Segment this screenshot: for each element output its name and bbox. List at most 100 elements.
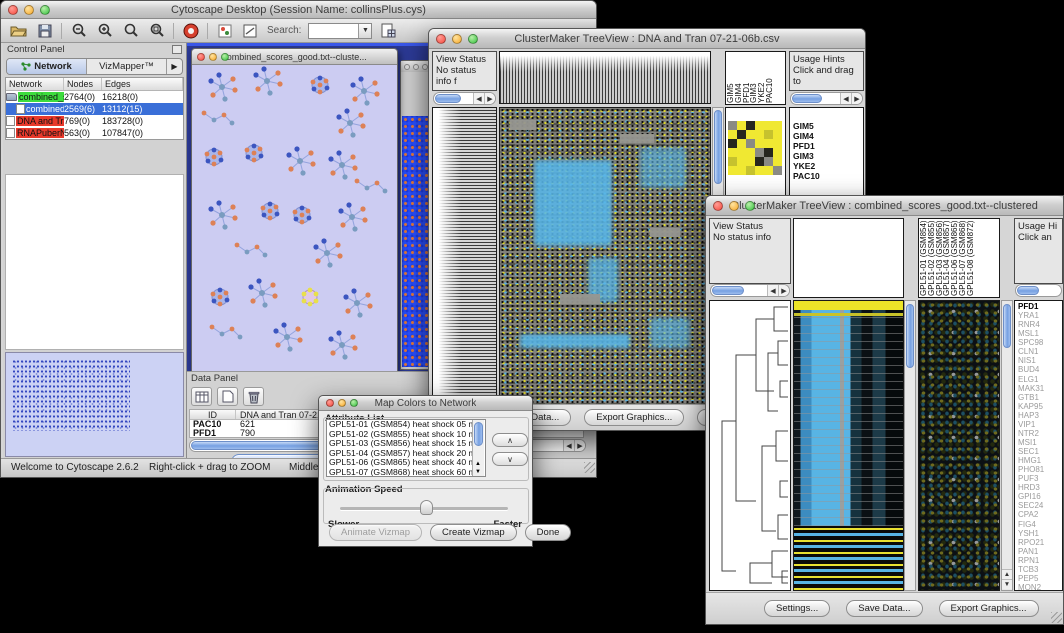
treeview1-titlebar[interactable]: ClusterMaker TreeView : DNA and Tran 07-…: [429, 29, 865, 49]
close-button[interactable]: [8, 5, 18, 15]
usage-hints-hscrollbar[interactable]: ◀ ▶: [790, 92, 863, 105]
matrix-cell[interactable]: [728, 130, 737, 139]
matrix-cell[interactable]: [755, 157, 764, 166]
matrix-cell[interactable]: [737, 166, 746, 175]
move-up-button[interactable]: ∧: [492, 433, 528, 447]
main-titlebar[interactable]: Cytoscape Desktop (Session Name: collins…: [1, 1, 596, 19]
gene-label-list[interactable]: PFD1YRA1RNR4MSL1SPC98CLN1NIS1BUD4ELG1MAK…: [1014, 300, 1063, 591]
scroll-up-icon[interactable]: ▲: [475, 461, 481, 467]
open-file-icon[interactable]: [9, 22, 28, 39]
treeview-action-button[interactable]: Save Data...: [846, 600, 922, 617]
scroll-right-icon[interactable]: ▶: [484, 93, 495, 104]
treeview-action-button[interactable]: Settings...: [764, 600, 830, 617]
matrix-cell[interactable]: [773, 139, 782, 148]
minimize-button[interactable]: [452, 34, 462, 44]
tab-network[interactable]: Network: [7, 59, 87, 74]
matrix-cell[interactable]: [764, 139, 773, 148]
matrix-cell[interactable]: [773, 148, 782, 157]
matrix-cell[interactable]: [728, 157, 737, 166]
matrix-cell[interactable]: [764, 166, 773, 175]
float-panel-icon[interactable]: [172, 45, 182, 54]
row-dendrogram[interactable]: [709, 300, 791, 591]
scroll-right-icon[interactable]: ▶: [574, 440, 585, 451]
scroll-left-icon[interactable]: ◀: [767, 285, 778, 296]
table-row[interactable]: combined_scores 2764(0) 16218(0): [6, 91, 183, 103]
zoom-in-icon[interactable]: [95, 22, 114, 39]
zoom-fit-icon[interactable]: [147, 22, 166, 39]
close-button[interactable]: [197, 53, 205, 61]
scrollbar-thumb[interactable]: [1017, 286, 1039, 295]
close-button[interactable]: [326, 399, 334, 407]
attribute-item[interactable]: GPL51-07 (GSM868) heat shock 60 min: [329, 468, 485, 477]
matrix-cell[interactable]: [737, 148, 746, 157]
table-row[interactable]: RNAPuberNov2+ 563(0) 107847(0): [6, 127, 183, 139]
correlation-matrix[interactable]: [728, 121, 785, 175]
matrix-cell[interactable]: [746, 148, 755, 157]
matrix-cell[interactable]: [773, 166, 782, 175]
network-table-header[interactable]: Network Nodes Edges: [6, 78, 183, 91]
matrix-cell[interactable]: [737, 130, 746, 139]
help-lifesaver-icon[interactable]: [181, 22, 200, 39]
row-dendrogram[interactable]: [432, 107, 497, 406]
scrollbar-thumb[interactable]: [435, 94, 461, 103]
matrix-cell[interactable]: [755, 139, 764, 148]
scrollbar-thumb[interactable]: [792, 94, 822, 103]
matrix-cell[interactable]: [728, 139, 737, 148]
minimize-button[interactable]: [338, 399, 346, 407]
zoom-button[interactable]: [40, 5, 50, 15]
scroll-up-icon[interactable]: ▲: [1002, 569, 1012, 579]
table-row[interactable]: combined_sco 2569(6) 13112(15): [6, 103, 183, 115]
matrix-cell[interactable]: [746, 121, 755, 130]
zoom-button[interactable]: [350, 399, 358, 407]
matrix-cell[interactable]: [737, 139, 746, 148]
minimize-button[interactable]: [729, 201, 739, 211]
network-view-titlebar[interactable]: combined_scores_good.txt--cluste...: [192, 49, 397, 65]
matrix-cell[interactable]: [755, 121, 764, 130]
move-down-button[interactable]: ∨: [492, 452, 528, 466]
scroll-down-icon[interactable]: ▼: [475, 469, 481, 475]
matrix-cell[interactable]: [737, 121, 746, 130]
network-graph-canvas[interactable]: [192, 65, 397, 371]
table-row[interactable]: DNA and Tran 07 769(0) 183728(0): [6, 115, 183, 127]
zoom-button[interactable]: [468, 34, 478, 44]
vizmapper-icon[interactable]: [215, 22, 234, 39]
matrix-cell[interactable]: [728, 166, 737, 175]
chevron-down-icon[interactable]: ▼: [358, 24, 371, 38]
matrix-cell[interactable]: [755, 148, 764, 157]
scroll-right-icon[interactable]: ▶: [851, 93, 862, 104]
heatmap-vscrollbar[interactable]: [904, 300, 916, 591]
network-overview-thumbnail[interactable]: [5, 352, 184, 457]
minimize-button[interactable]: [209, 53, 217, 61]
matrix-cell[interactable]: [755, 130, 764, 139]
view-status-hscrollbar[interactable]: ◀ ▶: [710, 284, 790, 297]
matrix-cell[interactable]: [746, 130, 755, 139]
close-button[interactable]: [713, 201, 723, 211]
scroll-left-icon[interactable]: ◀: [563, 440, 574, 451]
matrix-cell[interactable]: [728, 121, 737, 130]
matrix-cell[interactable]: [728, 148, 737, 157]
treeview-action-button[interactable]: Export Graphics...: [939, 600, 1039, 617]
zoom-selected-icon[interactable]: [121, 22, 140, 39]
attribute-list-vscrollbar[interactable]: ▲ ▼: [472, 420, 484, 476]
new-attribute-icon[interactable]: [217, 387, 238, 406]
animation-slider-thumb[interactable]: [420, 500, 433, 515]
matrix-cell[interactable]: [746, 139, 755, 148]
scroll-left-icon[interactable]: ◀: [840, 93, 851, 104]
tab-overflow-arrow[interactable]: ▶: [166, 59, 182, 74]
scroll-down-icon[interactable]: ▼: [1002, 579, 1012, 589]
global-heatmap[interactable]: [499, 107, 711, 406]
close-button[interactable]: [436, 34, 446, 44]
matrix-cell[interactable]: [737, 157, 746, 166]
resize-grip[interactable]: [584, 462, 595, 473]
usage-hints-hscrollbar[interactable]: [1015, 284, 1062, 297]
dialog-titlebar[interactable]: Map Colors to Network: [319, 396, 532, 411]
matrix-cell[interactable]: [773, 157, 782, 166]
global-heatmap[interactable]: [793, 300, 904, 591]
matrix-cell[interactable]: [773, 121, 782, 130]
matrix-cell[interactable]: [764, 121, 773, 130]
resize-grip[interactable]: [1051, 612, 1062, 623]
matrix-cell[interactable]: [746, 166, 755, 175]
minimize-button[interactable]: [24, 5, 34, 15]
zoom-button[interactable]: [221, 53, 229, 61]
dialog-action-button[interactable]: Animate Vizmap: [329, 524, 422, 541]
